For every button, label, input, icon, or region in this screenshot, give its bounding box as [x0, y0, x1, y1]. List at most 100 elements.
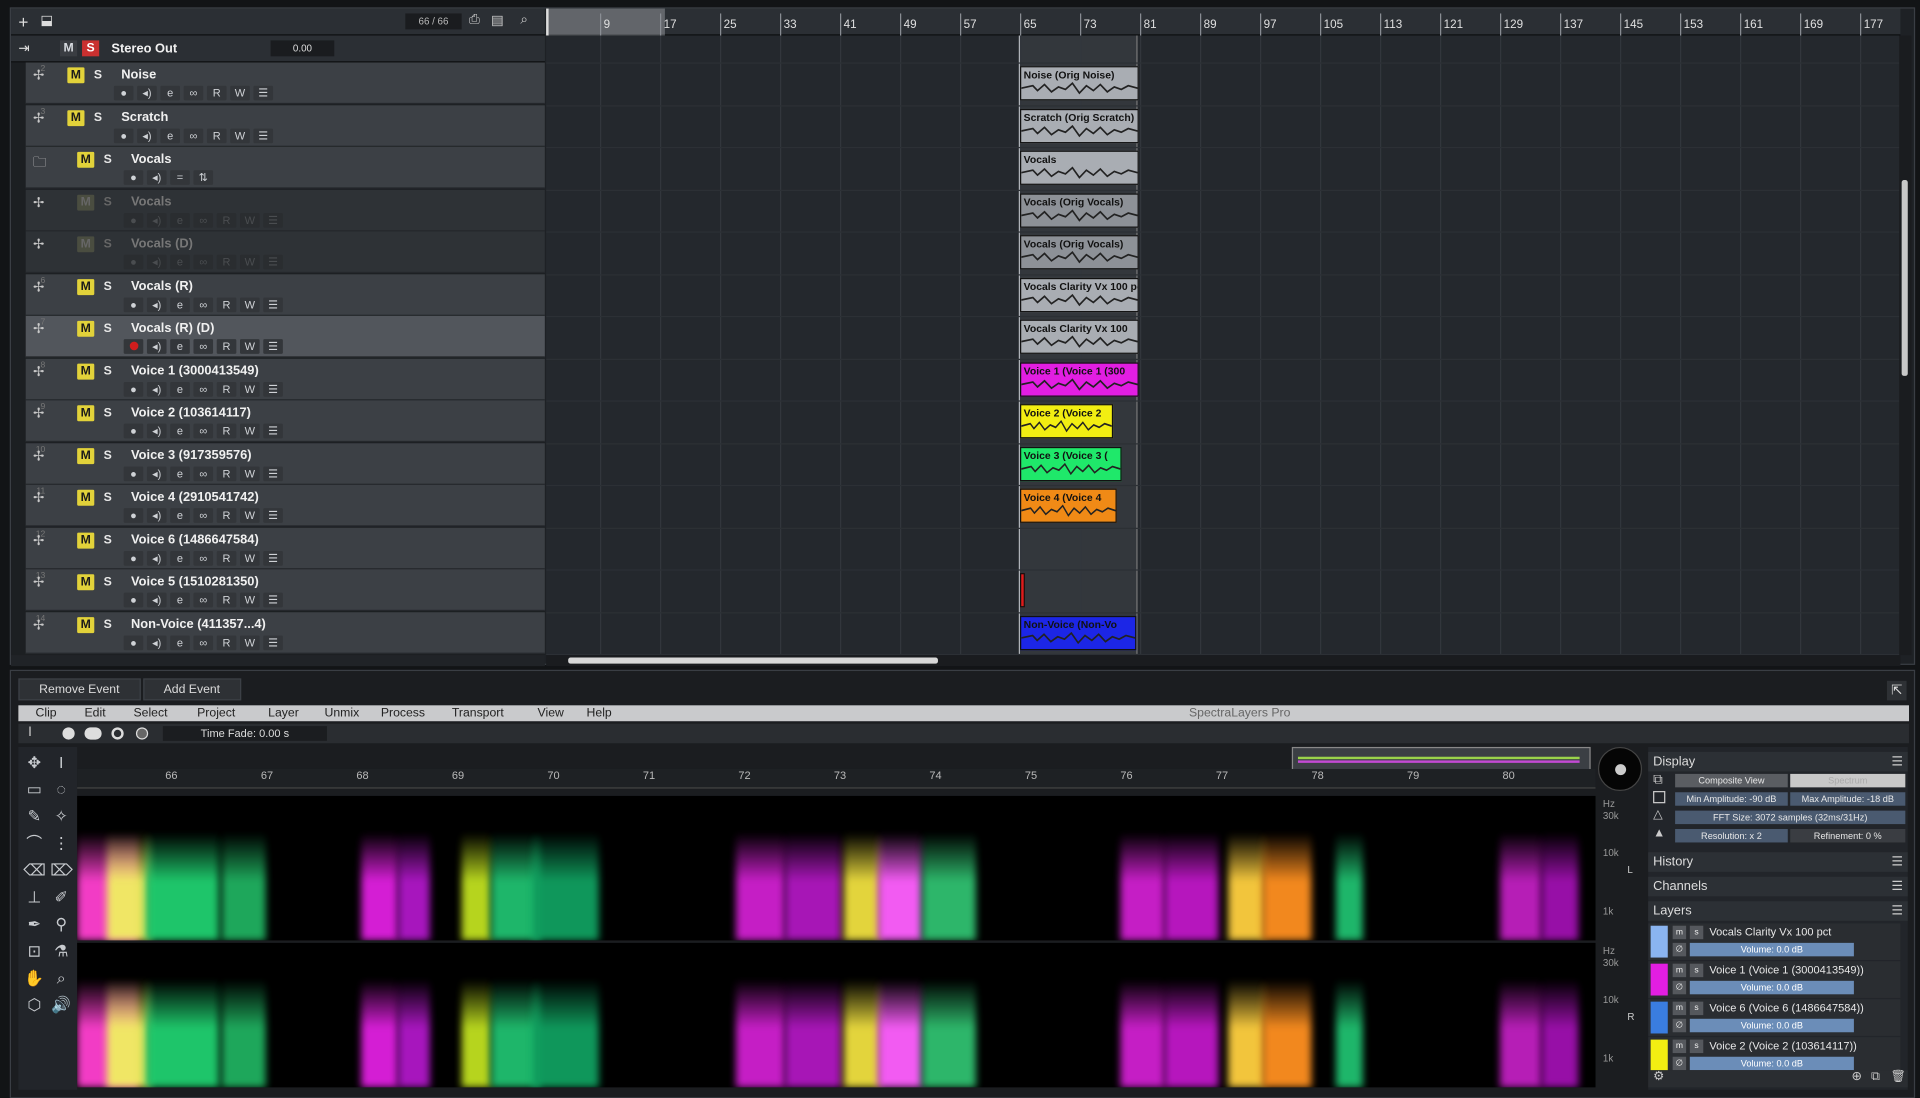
layer-volume-slider[interactable]: Volume: 0.0 dB — [1689, 980, 1854, 995]
record-arm-button[interactable]: ● — [123, 592, 144, 608]
layers-header[interactable]: Layers ☰ — [1648, 901, 1908, 921]
layer-mute-button[interactable]: m — [1672, 1001, 1687, 1016]
layer-volume-slider[interactable]: Volume: 0.0 dB — [1689, 942, 1854, 957]
menu-process[interactable]: Process — [381, 705, 425, 721]
track-pin-icon[interactable]: ✢ — [33, 532, 44, 548]
track-pin-icon[interactable]: ✢ — [33, 110, 44, 126]
stereo-solo-button[interactable]: S — [82, 40, 100, 57]
record-arm-button[interactable]: ● — [113, 85, 134, 101]
mute-button[interactable]: M — [77, 489, 95, 506]
monitor-button[interactable]: ◂) — [137, 85, 157, 101]
monitor-button[interactable]: ◂) — [146, 381, 167, 397]
record-arm-button[interactable]: ● — [123, 381, 144, 397]
search-icon[interactable]: ⌕ — [520, 12, 528, 28]
output-routing-icon[interactable]: ⇥ — [18, 40, 29, 57]
record-arm-button[interactable] — [123, 339, 144, 354]
fft-size-slider[interactable]: FFT Size: 3072 samples (32ms/31Hz) — [1675, 810, 1906, 825]
mute-button[interactable]: M — [77, 236, 95, 253]
mute-button[interactable]: M — [77, 574, 95, 591]
monitor-button[interactable]: ◂) — [146, 254, 167, 270]
delete-layer-icon[interactable]: 🗑 — [1891, 1070, 1907, 1083]
lasso-icon[interactable]: ◌ — [50, 779, 72, 801]
read-button[interactable]: R — [216, 423, 237, 439]
track-row[interactable]: 🗀 M S Vocals ● ◂) = ⇅ — [25, 146, 545, 189]
write-button[interactable]: W — [240, 550, 260, 566]
monitor-button[interactable]: ◂) — [146, 339, 167, 354]
composite-view-button[interactable]: Composite View — [1675, 773, 1788, 788]
solo-button[interactable]: S — [99, 405, 116, 421]
layer-solo-button[interactable]: s — [1689, 963, 1704, 978]
mute-button[interactable]: M — [67, 67, 85, 84]
record-arm-button[interactable]: ● — [123, 296, 144, 312]
mute-button[interactable]: M — [77, 616, 95, 633]
brush-select-icon[interactable]: ✎ — [23, 806, 45, 828]
track-pin-icon[interactable]: ✢ — [33, 574, 44, 591]
track-row[interactable]: 9 ✢ M S Voice 2 (103614117) ● ◂) e ∞ R W ☰ — [25, 400, 545, 443]
write-button[interactable]: W — [240, 423, 260, 439]
menu-layer[interactable]: Layer — [268, 705, 299, 721]
pen-icon[interactable]: ✒ — [23, 913, 45, 935]
speaker-icon[interactable]: 🔊 — [50, 994, 72, 1016]
folder-lanes-icon[interactable]: = — [170, 170, 190, 185]
dropper-icon[interactable]: ⚲ — [50, 913, 72, 935]
menu-clip[interactable]: Clip — [36, 705, 57, 721]
link-button[interactable]: ∞ — [193, 296, 214, 312]
edit-button[interactable]: e — [160, 127, 181, 143]
monitor-button[interactable]: ◂) — [146, 296, 167, 312]
track-row[interactable]: 11 ✢ M S Voice 4 (2910541742) ● ◂) e ∞ R W ☰ — [25, 484, 545, 527]
solo-button[interactable]: S — [99, 194, 116, 210]
record-arm-button[interactable]: ● — [123, 254, 144, 270]
menu-unmix[interactable]: Unmix — [324, 705, 359, 721]
line-tool-icon[interactable]: ⌒ — [23, 833, 45, 855]
spectrum-dropdown[interactable]: Spectrum — [1790, 773, 1906, 788]
audio-event[interactable] — [1020, 573, 1025, 608]
track-menu-icon[interactable]: ☰ — [263, 339, 283, 354]
solo-button[interactable]: S — [99, 279, 116, 295]
record-arm-button[interactable]: ● — [123, 508, 144, 523]
track-pin-icon[interactable]: ✢ — [33, 67, 44, 84]
mute-button[interactable]: M — [77, 363, 95, 379]
audio-event[interactable]: Vocals — [1020, 150, 1139, 185]
track-menu-icon[interactable]: ☰ — [263, 508, 283, 523]
edit-button[interactable]: e — [170, 212, 190, 228]
track-menu-icon[interactable]: ☰ — [263, 465, 283, 481]
rect-select-icon[interactable]: ▭ — [23, 779, 45, 801]
audio-event[interactable]: Voice 3 (Voice 3 ( — [1020, 446, 1122, 481]
link-button[interactable]: ∞ — [193, 508, 214, 523]
menu-select[interactable]: Select — [133, 705, 167, 721]
eraser-icon[interactable]: ⌫ — [23, 860, 46, 882]
track-row[interactable]: ✢ M S Vocals (D) ● ◂) e ∞ R W ☰ — [25, 231, 545, 274]
layer-mute-button[interactable]: m — [1672, 963, 1687, 978]
move-tool-icon[interactable]: ✥ — [23, 752, 45, 774]
read-button[interactable]: R — [216, 465, 237, 481]
layer-row[interactable]: m s Voice 1 (Voice 1 (3000413549)) ∅ Volume:… — [1648, 961, 1901, 998]
link-button[interactable]: ∞ — [193, 381, 214, 397]
vertical-scrollbar[interactable] — [1899, 35, 1912, 656]
track-pin-icon[interactable]: ✢ — [33, 236, 44, 253]
track-menu-icon[interactable]: ☰ — [263, 423, 283, 439]
link-button[interactable]: ∞ — [193, 465, 214, 481]
mute-button[interactable]: M — [77, 532, 95, 548]
write-button[interactable]: W — [240, 339, 260, 354]
monitor-button[interactable]: ◂) — [146, 550, 167, 566]
record-arm-button[interactable]: ● — [113, 127, 134, 143]
link-button[interactable]: ∞ — [193, 592, 214, 608]
solo-button[interactable]: S — [99, 448, 116, 464]
solo-button[interactable]: S — [99, 363, 116, 379]
spectrogram-left[interactable] — [77, 795, 1596, 941]
menu-edit[interactable]: Edit — [84, 705, 105, 721]
layer-row[interactable]: m s Vocals Clarity Vx 100 pct ∅ Volume: 0.0 … — [1648, 923, 1901, 961]
audio-event[interactable]: Vocals (Orig Vocals) — [1020, 192, 1139, 228]
mute-button[interactable]: M — [77, 194, 95, 211]
track-row[interactable]: 13 ✢ M S Voice 5 (1510281350) ● ◂) e ∞ R W ☰ — [25, 569, 545, 612]
track-row[interactable]: 10 ✢ M S Voice 3 (917359576) ● ◂) e ∞ R W ☰ — [25, 442, 545, 485]
resolution-slider[interactable]: Resolution: x 2 — [1675, 828, 1788, 843]
layer-row[interactable]: m s Voice 6 (Voice 6 (1486647584)) ∅ Volume:… — [1648, 999, 1901, 1036]
monitor-button[interactable]: ◂) — [146, 212, 167, 228]
add-track-icon[interactable]: + — [18, 12, 28, 32]
track-menu-icon[interactable]: ☰ — [253, 127, 274, 143]
record-arm-button[interactable]: ● — [123, 550, 144, 566]
write-button[interactable]: W — [240, 296, 260, 312]
layers-view-icon[interactable]: ⧉ — [1653, 773, 1663, 789]
folder-icon[interactable]: 🗀 — [33, 152, 46, 175]
